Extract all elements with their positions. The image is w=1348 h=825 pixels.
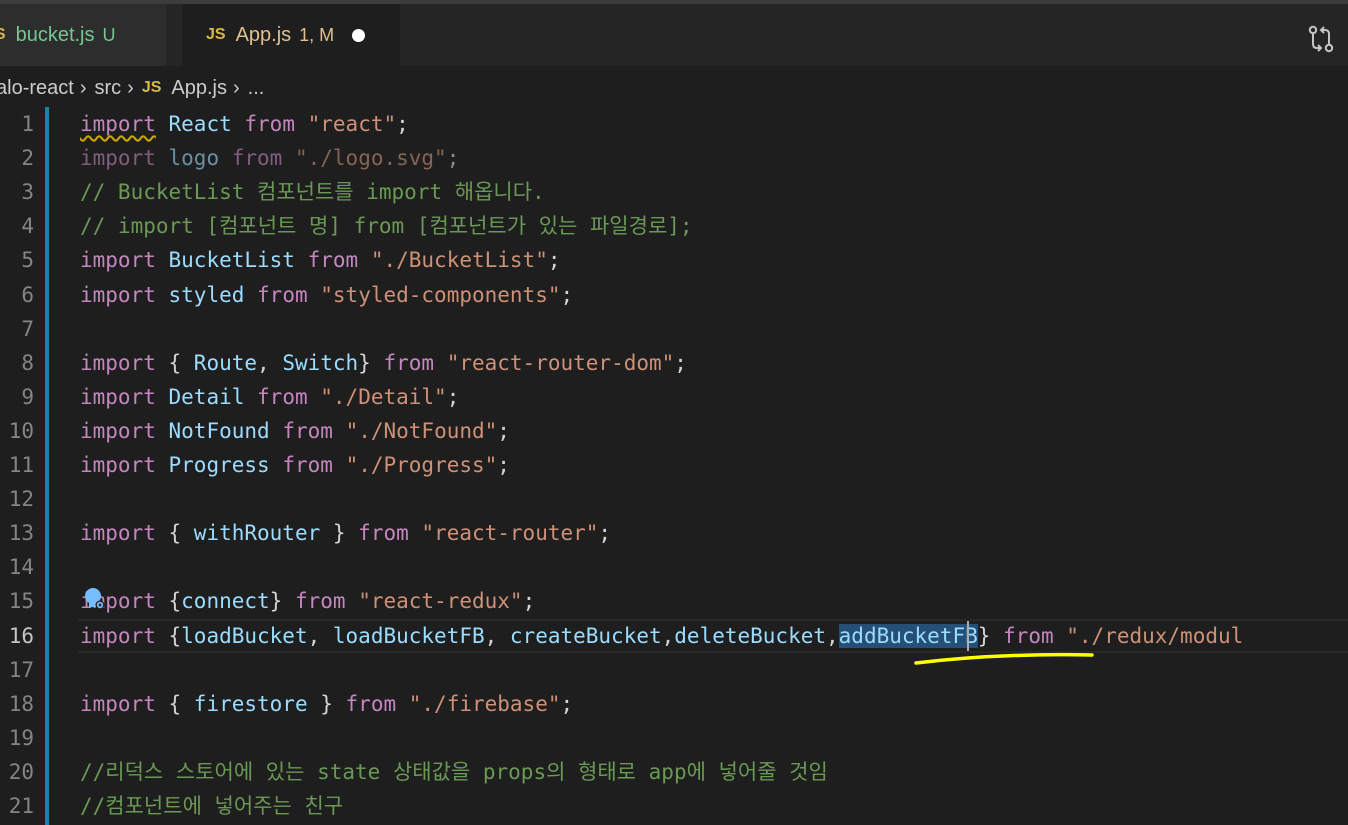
tab-filename: bucket.js <box>15 23 95 46</box>
tab-app-js[interactable]: JS App.js 1, M <box>182 4 400 66</box>
handwritten-underline-annotation <box>914 652 1094 665</box>
tab-problem-status: 1, M <box>299 24 335 45</box>
chevron-right-icon: › <box>79 76 87 99</box>
js-file-icon: JS <box>206 26 226 43</box>
breadcrumb-item-src[interactable]: src <box>94 77 121 100</box>
js-file-icon: JS <box>0 26 6 43</box>
tab-git-status: U <box>102 24 116 45</box>
breadcrumb-item-symbol[interactable]: ... <box>248 77 265 100</box>
editor-tab-bar: JS bucket.js U JS App.js 1, M <box>0 4 1348 66</box>
breadcrumb-item-file[interactable]: App.js <box>171 77 227 100</box>
tab-filename: App.js <box>235 23 292 46</box>
breadcrumb: alo-react › src › JS App.js › ... <box>0 66 1348 110</box>
code-editor[interactable]: 1 import React from "react"; 2 import logo … <box>0 107 1348 825</box>
chevron-right-icon: › <box>233 76 240 99</box>
unsaved-changes-dot-icon[interactable] <box>352 28 366 42</box>
chevron-right-icon: › <box>127 76 134 99</box>
breadcrumb-item-folder[interactable]: alo-react <box>0 77 74 100</box>
git-compare-icon[interactable] <box>1306 24 1336 54</box>
tab-bucket-js[interactable]: JS bucket.js U <box>0 4 166 66</box>
js-file-icon: JS <box>141 79 162 96</box>
